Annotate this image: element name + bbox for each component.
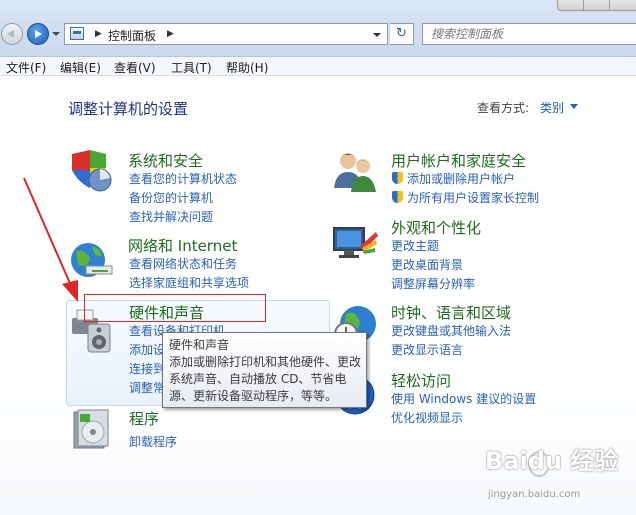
back-button[interactable] (1, 23, 23, 45)
link-add-remove-users[interactable]: 添加或删除用户帐户 (407, 170, 515, 187)
forward-button[interactable] (27, 23, 49, 45)
category-appearance[interactable]: 外观和个性化 (391, 217, 481, 238)
view-by-dropdown[interactable]: 类别 (540, 99, 564, 116)
category-network-internet[interactable]: 网络和 Internet (128, 235, 237, 256)
category-programs[interactable]: 程序 (129, 408, 159, 429)
search-box (422, 23, 636, 45)
address-history-dropdown[interactable] (373, 33, 381, 37)
watermark-url: jingyan.baidu.com (488, 489, 581, 500)
recent-pages-dropdown[interactable] (52, 32, 60, 36)
breadcrumb-separator-icon[interactable]: ▶ (95, 29, 102, 39)
tooltip-description: 添加或删除打印机和其他硬件、更改系统声音、自动播放 CD、节省电源、更新设备驱动… (169, 355, 362, 403)
link-add-device[interactable]: 添加设 (129, 341, 165, 358)
address-bar[interactable]: ▶ 控制面板 ▶ (64, 23, 388, 45)
tooltip-title: 硬件和声音 (169, 338, 230, 352)
link-optimize-display[interactable]: 优化视频显示 (391, 409, 463, 426)
category-system-security[interactable]: 系统和安全 (128, 150, 203, 171)
address-toolbar: ▶ 控制面板 ▶ ↻ (0, 0, 636, 57)
watermark-text: Baidu 经验 (485, 447, 619, 475)
link-parental-controls[interactable]: 为所有用户设置家长控制 (407, 189, 539, 206)
refresh-icon[interactable]: ↻ (390, 23, 414, 45)
annotation-highlight-box (84, 294, 266, 322)
monitor-palette-icon[interactable] (332, 220, 378, 266)
menu-tools[interactable]: 工具(T) (171, 59, 212, 76)
chevron-down-icon[interactable] (570, 104, 578, 109)
link-change-theme[interactable]: 更改主题 (391, 237, 439, 254)
link-network-status[interactable]: 查看网络状态和任务 (129, 255, 237, 272)
link-connect-projector[interactable]: 连接到 (129, 360, 165, 377)
link-screen-resolution[interactable]: 调整屏幕分辨率 (391, 275, 475, 292)
link-windows-recommended[interactable]: 使用 Windows 建议的设置 (391, 390, 536, 407)
link-view-computer-status[interactable]: 查看您的计算机状态 (129, 170, 237, 187)
link-change-display-language[interactable]: 更改显示语言 (391, 341, 463, 358)
menu-view[interactable]: 查看(V) (114, 59, 156, 76)
breadcrumb-separator-icon[interactable]: ▶ (167, 29, 174, 39)
users-icon[interactable] (332, 148, 378, 194)
link-adjust-settings[interactable]: 调整常 (129, 379, 165, 396)
link-homegroup-sharing[interactable]: 选择家庭组和共享选项 (129, 274, 249, 291)
programs-icon[interactable] (68, 406, 114, 452)
category-user-accounts[interactable]: 用户帐户和家庭安全 (391, 150, 526, 171)
view-by-label: 查看方式: (477, 101, 530, 115)
menu-edit[interactable]: 编辑(E) (60, 59, 101, 76)
search-input[interactable] (431, 26, 631, 42)
category-ease-of-access[interactable]: 轻松访问 (391, 370, 451, 391)
window-controls[interactable] (557, 0, 636, 11)
link-change-keyboard[interactable]: 更改键盘或其他输入法 (391, 322, 511, 339)
uac-shield-icon (392, 172, 403, 184)
tooltip: 硬件和声音 添加或删除打印机和其他硬件、更改系统声音、自动播放 CD、节省电源、… (162, 332, 367, 408)
menu-bar: 文件(F) 编辑(E) 查看(V) 工具(T) 帮助(H) (0, 57, 636, 76)
uac-shield-icon (392, 191, 403, 203)
menu-file[interactable]: 文件(F) (6, 59, 46, 76)
link-backup-computer[interactable]: 备份您的计算机 (129, 189, 213, 206)
menu-help[interactable]: 帮助(H) (226, 59, 268, 76)
link-uninstall-program[interactable]: 卸载程序 (129, 433, 177, 450)
link-troubleshoot[interactable]: 查找并解决问题 (129, 208, 213, 225)
category-clock-language-region[interactable]: 时钟、语言和区域 (391, 302, 511, 323)
annotation-arrow-icon (23, 177, 78, 302)
control-panel-icon (70, 27, 84, 40)
link-change-background[interactable]: 更改桌面背景 (391, 256, 463, 273)
breadcrumb-control-panel[interactable]: 控制面板 (108, 27, 156, 44)
page-title: 调整计算机的设置 (68, 100, 189, 118)
